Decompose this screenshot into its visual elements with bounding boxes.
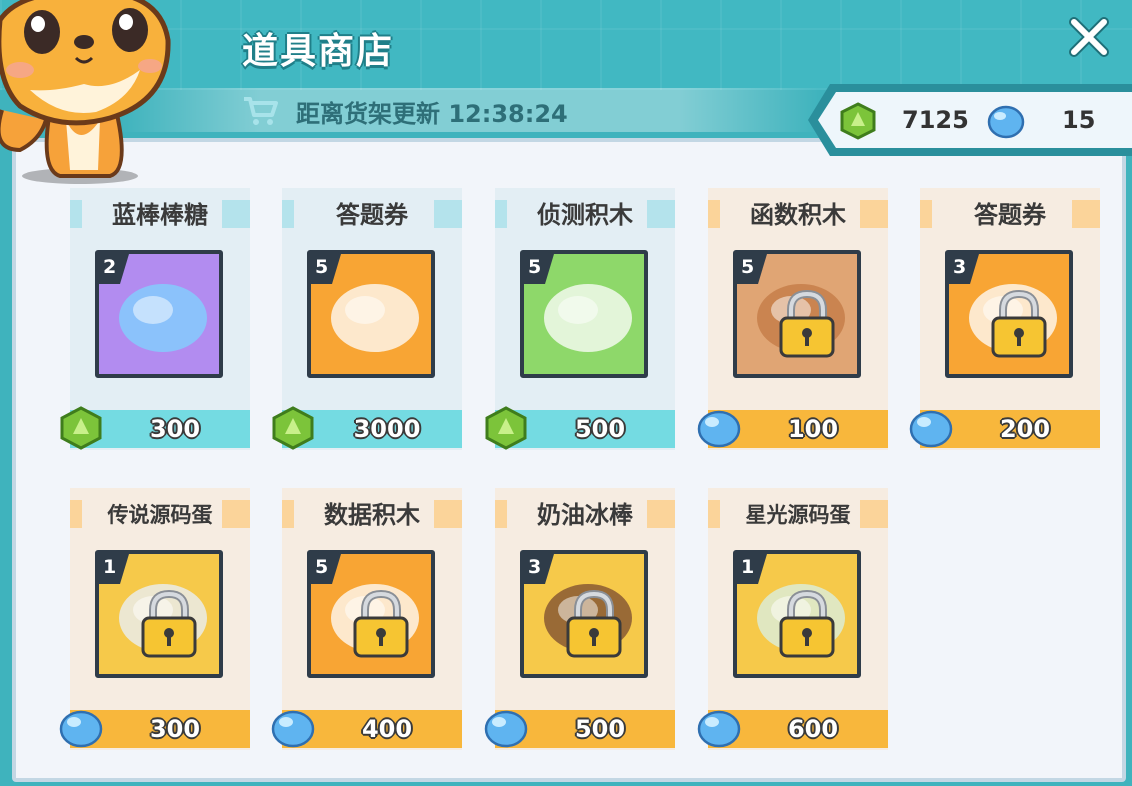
- item-price: 200: [999, 415, 1051, 443]
- item-image[interactable]: 5: [520, 250, 648, 378]
- item-image[interactable]: 5: [307, 250, 435, 378]
- page-title: 道具商店: [242, 31, 395, 72]
- item-price: 300: [149, 415, 201, 443]
- item-name: 答题券: [974, 201, 1046, 229]
- close-icon[interactable]: [1066, 14, 1112, 60]
- shop-item-card[interactable]: 函数积木 5 100: [697, 188, 888, 450]
- item-image[interactable]: 5: [733, 250, 861, 378]
- orb-icon: [909, 410, 953, 448]
- item-image[interactable]: 3: [945, 250, 1073, 378]
- lock-icon: [566, 590, 622, 658]
- gem-icon: [272, 406, 314, 450]
- item-name: 传说源码蛋: [107, 503, 213, 527]
- item-name: 奶油冰棒: [537, 501, 633, 529]
- item-price: 500: [574, 415, 626, 443]
- gem-count: 7125: [902, 106, 969, 134]
- item-image[interactable]: 3: [520, 550, 648, 678]
- refresh-timer: 距离货架更新 12:38:24: [296, 100, 568, 128]
- shopping-cart-icon: [244, 97, 278, 125]
- lock-icon: [141, 590, 197, 658]
- shop-window: 道具商店 距离货架更新 12:38:24 7125 15 蓝棒棒糖 2 300 …: [0, 0, 1132, 786]
- item-image[interactable]: 5: [307, 550, 435, 678]
- item-name: 答题券: [336, 201, 408, 229]
- shop-item-card[interactable]: 答题券 3 200: [909, 188, 1100, 450]
- gem-icon: [60, 406, 102, 450]
- shop-item-card[interactable]: 星光源码蛋 1 600: [697, 488, 888, 750]
- lock-icon: [991, 290, 1047, 358]
- orb-icon: [987, 105, 1025, 139]
- item-price: 600: [787, 715, 839, 743]
- shop-item-card[interactable]: 蓝棒棒糖 2 300: [60, 188, 250, 450]
- item-name: 蓝棒棒糖: [112, 201, 208, 229]
- item-price: 3000: [353, 415, 421, 443]
- lock-icon: [779, 590, 835, 658]
- shop-item-card[interactable]: 侦测积木 5 500: [485, 188, 675, 450]
- item-name: 星光源码蛋: [745, 503, 851, 527]
- shop-item-card[interactable]: 答题券 5 3000: [272, 188, 462, 450]
- item-name: 侦测积木: [537, 201, 633, 229]
- item-price: 300: [149, 715, 201, 743]
- orb-icon: [697, 710, 741, 748]
- item-name: 数据积木: [324, 501, 420, 529]
- item-price: 400: [361, 715, 413, 743]
- orb-icon: [484, 710, 528, 748]
- orb-icon: [271, 710, 315, 748]
- item-name: 函数积木: [750, 201, 846, 229]
- item-price: 500: [574, 715, 626, 743]
- orb-icon: [59, 710, 103, 748]
- shop-item-card[interactable]: 数据积木 5 400: [271, 488, 462, 750]
- item-price: 100: [787, 415, 839, 443]
- gem-icon: [485, 406, 527, 450]
- lock-icon: [779, 290, 835, 358]
- item-image[interactable]: 1: [95, 550, 223, 678]
- shop-item-card[interactable]: 奶油冰棒 3 500: [484, 488, 675, 750]
- item-image[interactable]: 2: [95, 250, 223, 378]
- orb-icon: [697, 410, 741, 448]
- orb-count: 15: [1062, 106, 1096, 134]
- shop-item-card[interactable]: 传说源码蛋 1 300: [59, 488, 250, 750]
- item-image[interactable]: 1: [733, 550, 861, 678]
- gem-icon: [840, 102, 876, 140]
- fox-mascot: [0, 0, 171, 184]
- lock-icon: [353, 590, 409, 658]
